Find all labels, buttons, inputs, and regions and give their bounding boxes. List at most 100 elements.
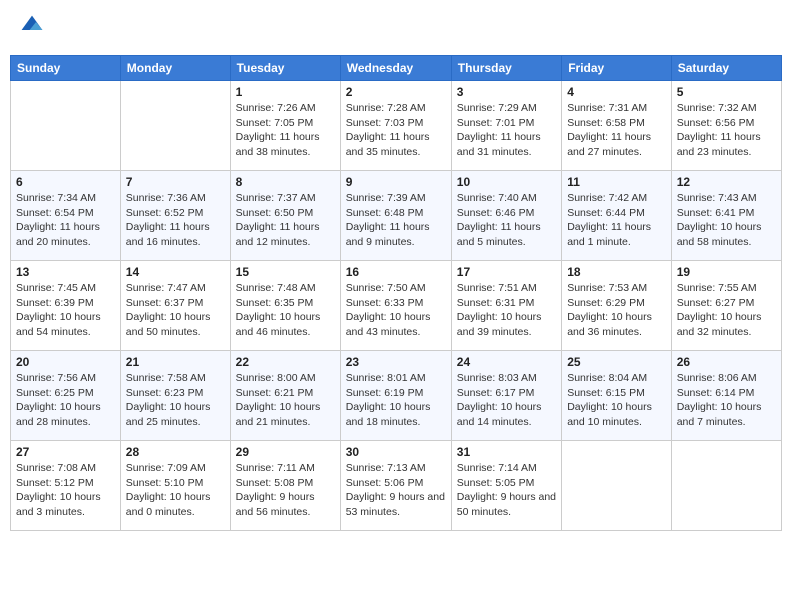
day-number: 15 — [236, 265, 335, 279]
calendar-week-2: 6 Sunrise: 7:34 AMSunset: 6:54 PMDaylight… — [11, 171, 782, 261]
day-info: Sunrise: 7:13 AMSunset: 5:06 PMDaylight:… — [346, 461, 446, 520]
day-number: 27 — [16, 445, 115, 459]
day-number: 11 — [567, 175, 666, 189]
day-number: 2 — [346, 85, 446, 99]
day-info: Sunrise: 7:43 AMSunset: 6:41 PMDaylight:… — [677, 191, 776, 250]
calendar-cell: 11 Sunrise: 7:42 AMSunset: 6:44 PMDayligh… — [562, 171, 672, 261]
calendar-cell: 16Sunrise: 7:50 AMSunset: 6:33 PMDayligh… — [340, 261, 451, 351]
day-info: Sunrise: 7:28 AMSunset: 7:03 PMDaylight:… — [346, 101, 446, 160]
calendar-cell: 30 Sunrise: 7:13 AMSunset: 5:06 PMDayligh… — [340, 441, 451, 531]
day-info: Sunrise: 7:48 AMSunset: 6:35 PMDaylight:… — [236, 281, 335, 340]
calendar-cell: 27 Sunrise: 7:08 AMSunset: 5:12 PMDayligh… — [11, 441, 121, 531]
day-info: Sunrise: 7:45 AMSunset: 6:39 PMDaylight:… — [16, 281, 115, 340]
calendar-cell: 24Sunrise: 8:03 AMSunset: 6:17 PMDayligh… — [451, 351, 561, 441]
day-info: Sunrise: 7:11 AMSunset: 5:08 PMDaylight:… — [236, 461, 335, 520]
day-number: 8 — [236, 175, 335, 189]
calendar-cell: 28Sunrise: 7:09 AMSunset: 5:10 PMDayligh… — [120, 441, 230, 531]
calendar-cell: 13 Sunrise: 7:45 AMSunset: 6:39 PMDayligh… — [11, 261, 121, 351]
day-number: 6 — [16, 175, 115, 189]
calendar-cell: 17 Sunrise: 7:51 AMSunset: 6:31 PMDayligh… — [451, 261, 561, 351]
calendar-cell: 18 Sunrise: 7:53 AMSunset: 6:29 PMDayligh… — [562, 261, 672, 351]
day-info: Sunrise: 7:47 AMSunset: 6:37 PMDaylight:… — [126, 281, 225, 340]
weekday-header-thursday: Thursday — [451, 56, 561, 81]
day-number: 18 — [567, 265, 666, 279]
day-number: 30 — [346, 445, 446, 459]
calendar-week-1: 1 Sunrise: 7:26 AMSunset: 7:05 PMDaylight… — [11, 81, 782, 171]
calendar-cell: 12Sunrise: 7:43 AMSunset: 6:41 PMDayligh… — [671, 171, 781, 261]
calendar-cell: 31 Sunrise: 7:14 AMSunset: 5:05 PMDayligh… — [451, 441, 561, 531]
calendar-cell: 8 Sunrise: 7:37 AMSunset: 6:50 PMDaylight… — [230, 171, 340, 261]
calendar-cell: 5 Sunrise: 7:32 AMSunset: 6:56 PMDaylight… — [671, 81, 781, 171]
calendar-cell: 14 Sunrise: 7:47 AMSunset: 6:37 PMDayligh… — [120, 261, 230, 351]
calendar-week-3: 13 Sunrise: 7:45 AMSunset: 6:39 PMDayligh… — [11, 261, 782, 351]
day-number: 23 — [346, 355, 446, 369]
day-number: 13 — [16, 265, 115, 279]
day-number: 20 — [16, 355, 115, 369]
day-info: Sunrise: 7:32 AMSunset: 6:56 PMDaylight:… — [677, 101, 776, 160]
day-info: Sunrise: 7:08 AMSunset: 5:12 PMDaylight:… — [16, 461, 115, 520]
calendar-table: SundayMondayTuesdayWednesdayThursdayFrid… — [10, 55, 782, 531]
logo-icon — [20, 14, 44, 38]
day-info: Sunrise: 7:31 AMSunset: 6:58 PMDaylight:… — [567, 101, 666, 160]
page-header — [10, 10, 782, 47]
calendar-cell: 20 Sunrise: 7:56 AMSunset: 6:25 PMDayligh… — [11, 351, 121, 441]
calendar-cell — [11, 81, 121, 171]
day-number: 21 — [126, 355, 225, 369]
weekday-header-saturday: Saturday — [671, 56, 781, 81]
day-number: 31 — [457, 445, 556, 459]
calendar-cell: 22Sunrise: 8:00 AMSunset: 6:21 PMDayligh… — [230, 351, 340, 441]
day-number: 26 — [677, 355, 776, 369]
day-number: 4 — [567, 85, 666, 99]
calendar-cell: 4 Sunrise: 7:31 AMSunset: 6:58 PMDaylight… — [562, 81, 672, 171]
day-info: Sunrise: 7:39 AMSunset: 6:48 PMDaylight:… — [346, 191, 446, 250]
calendar-cell: 2 Sunrise: 7:28 AMSunset: 7:03 PMDaylight… — [340, 81, 451, 171]
calendar-week-4: 20 Sunrise: 7:56 AMSunset: 6:25 PMDayligh… — [11, 351, 782, 441]
day-number: 17 — [457, 265, 556, 279]
day-number: 1 — [236, 85, 335, 99]
day-info: Sunrise: 7:58 AMSunset: 6:23 PMDaylight:… — [126, 371, 225, 430]
weekday-header-monday: Monday — [120, 56, 230, 81]
day-info: Sunrise: 7:14 AMSunset: 5:05 PMDaylight:… — [457, 461, 556, 520]
day-info: Sunrise: 7:51 AMSunset: 6:31 PMDaylight:… — [457, 281, 556, 340]
calendar-cell: 9 Sunrise: 7:39 AMSunset: 6:48 PMDaylight… — [340, 171, 451, 261]
day-info: Sunrise: 7:37 AMSunset: 6:50 PMDaylight:… — [236, 191, 335, 250]
calendar-cell: 10Sunrise: 7:40 AMSunset: 6:46 PMDayligh… — [451, 171, 561, 261]
calendar-cell: 15 Sunrise: 7:48 AMSunset: 6:35 PMDayligh… — [230, 261, 340, 351]
day-info: Sunrise: 7:09 AMSunset: 5:10 PMDaylight:… — [126, 461, 225, 520]
day-info: Sunrise: 7:55 AMSunset: 6:27 PMDaylight:… — [677, 281, 776, 340]
day-info: Sunrise: 7:50 AMSunset: 6:33 PMDaylight:… — [346, 281, 446, 340]
day-number: 29 — [236, 445, 335, 459]
day-info: Sunrise: 7:42 AMSunset: 6:44 PMDaylight:… — [567, 191, 666, 250]
calendar-cell: 29 Sunrise: 7:11 AMSunset: 5:08 PMDayligh… — [230, 441, 340, 531]
day-number: 10 — [457, 175, 556, 189]
day-number: 14 — [126, 265, 225, 279]
day-info: Sunrise: 7:34 AMSunset: 6:54 PMDaylight:… — [16, 191, 115, 250]
day-number: 19 — [677, 265, 776, 279]
calendar-cell: 25 Sunrise: 8:04 AMSunset: 6:15 PMDayligh… — [562, 351, 672, 441]
day-info: Sunrise: 8:04 AMSunset: 6:15 PMDaylight:… — [567, 371, 666, 430]
day-number: 3 — [457, 85, 556, 99]
weekday-header-sunday: Sunday — [11, 56, 121, 81]
day-info: Sunrise: 7:36 AMSunset: 6:52 PMDaylight:… — [126, 191, 225, 250]
calendar-cell: 7 Sunrise: 7:36 AMSunset: 6:52 PMDaylight… — [120, 171, 230, 261]
weekday-header-tuesday: Tuesday — [230, 56, 340, 81]
calendar-cell: 1 Sunrise: 7:26 AMSunset: 7:05 PMDaylight… — [230, 81, 340, 171]
weekday-header-row: SundayMondayTuesdayWednesdayThursdayFrid… — [11, 56, 782, 81]
day-number: 5 — [677, 85, 776, 99]
calendar-cell: 26 Sunrise: 8:06 AMSunset: 6:14 PMDayligh… — [671, 351, 781, 441]
calendar-cell — [562, 441, 672, 531]
logo — [18, 14, 46, 43]
day-number: 25 — [567, 355, 666, 369]
day-info: Sunrise: 8:00 AMSunset: 6:21 PMDaylight:… — [236, 371, 335, 430]
day-number: 24 — [457, 355, 556, 369]
day-info: Sunrise: 7:53 AMSunset: 6:29 PMDaylight:… — [567, 281, 666, 340]
day-info: Sunrise: 7:26 AMSunset: 7:05 PMDaylight:… — [236, 101, 335, 160]
calendar-cell: 19 Sunrise: 7:55 AMSunset: 6:27 PMDayligh… — [671, 261, 781, 351]
weekday-header-wednesday: Wednesday — [340, 56, 451, 81]
day-info: Sunrise: 8:01 AMSunset: 6:19 PMDaylight:… — [346, 371, 446, 430]
calendar-cell: 21 Sunrise: 7:58 AMSunset: 6:23 PMDayligh… — [120, 351, 230, 441]
day-number: 7 — [126, 175, 225, 189]
day-number: 9 — [346, 175, 446, 189]
day-info: Sunrise: 7:56 AMSunset: 6:25 PMDaylight:… — [16, 371, 115, 430]
day-info: Sunrise: 8:06 AMSunset: 6:14 PMDaylight:… — [677, 371, 776, 430]
